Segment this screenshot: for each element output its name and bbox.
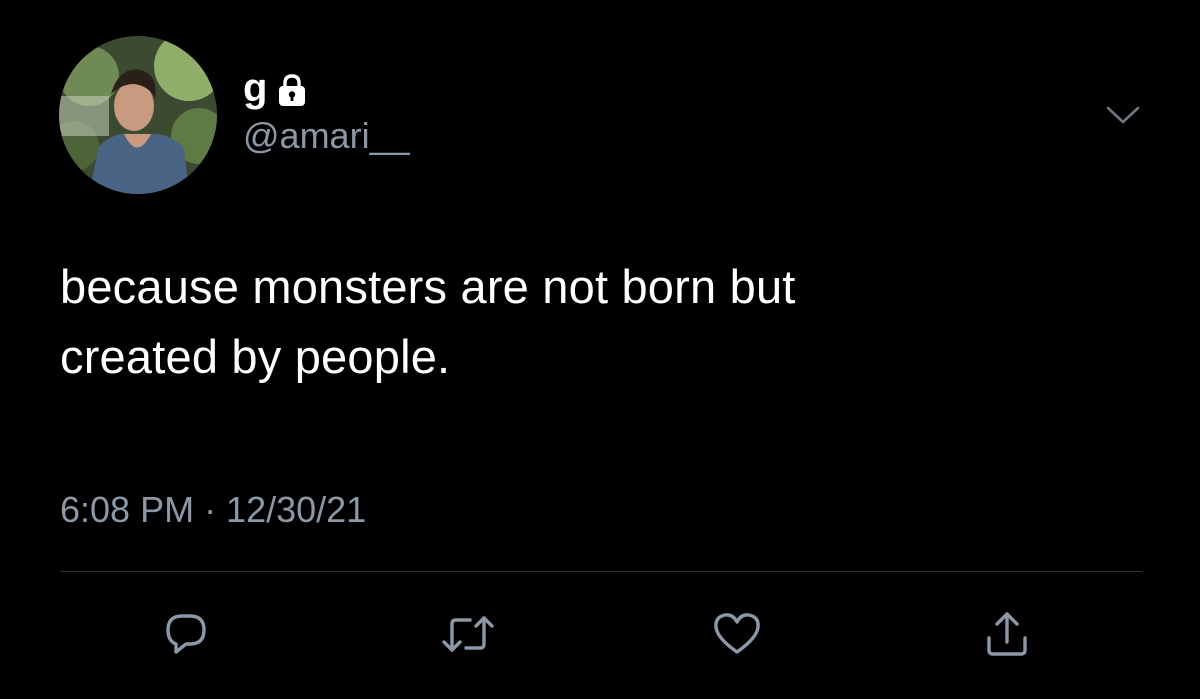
retweet-button[interactable] xyxy=(438,604,498,664)
avatar-photo xyxy=(59,36,217,194)
tweet-card: g @amari__ because monsters are not born… xyxy=(0,0,1200,699)
heart-icon xyxy=(714,613,760,654)
lock-icon xyxy=(277,73,307,107)
reply-button[interactable] xyxy=(156,604,216,664)
tweet-text-line: because monsters are not born but xyxy=(60,260,796,313)
action-bar xyxy=(0,604,1200,664)
name-row: g xyxy=(243,66,410,110)
user-identity[interactable]: g @amari__ xyxy=(243,66,410,158)
avatar[interactable] xyxy=(59,36,217,194)
user-handle[interactable]: @amari__ xyxy=(243,114,410,158)
tweet-text-line: created by people. xyxy=(60,330,451,383)
chevron-down-icon[interactable] xyxy=(1100,98,1146,132)
display-name[interactable]: g xyxy=(243,66,267,110)
tweet-text: because monsters are not born but create… xyxy=(60,252,1140,392)
reply-icon xyxy=(166,614,206,654)
like-button[interactable] xyxy=(707,604,767,664)
share-icon xyxy=(987,612,1027,656)
share-button[interactable] xyxy=(977,604,1037,664)
retweet-icon xyxy=(442,616,494,652)
tweet-timestamp[interactable]: 6:08 PM · 12/30/21 xyxy=(60,488,366,532)
divider xyxy=(60,571,1142,572)
